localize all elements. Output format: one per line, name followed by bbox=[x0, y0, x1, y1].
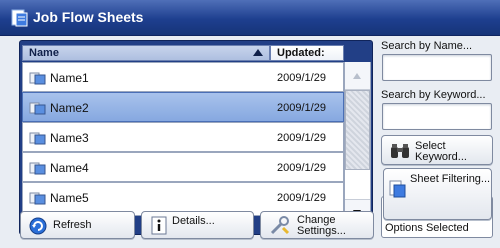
change-settings-button[interactable]: Change Settings... bbox=[260, 211, 374, 239]
wrench-icon bbox=[270, 216, 290, 235]
job-flow-sheet-icon bbox=[29, 162, 46, 175]
table-row-selected[interactable]: Name2 2009/1/29 bbox=[22, 92, 344, 122]
info-icon bbox=[151, 216, 167, 235]
row-updated-date: 2009/1/29 bbox=[277, 132, 326, 144]
table-row[interactable]: Name3 2009/1/29 bbox=[22, 122, 344, 152]
change-settings-label-line2: Settings... bbox=[297, 225, 346, 237]
details-button[interactable]: Details... bbox=[141, 211, 254, 239]
job-flow-sheet-icon bbox=[29, 102, 46, 115]
details-button-label: Details... bbox=[172, 215, 215, 227]
job-flow-sheet-icon bbox=[389, 180, 406, 198]
refresh-button[interactable]: Refresh bbox=[20, 211, 135, 239]
window-title: Job Flow Sheets bbox=[33, 9, 144, 25]
scroll-up-button[interactable] bbox=[345, 62, 370, 90]
refresh-button-label: Refresh bbox=[53, 219, 92, 231]
filter-status-text: Options Selected bbox=[385, 222, 469, 234]
job-flow-sheet-icon bbox=[11, 9, 28, 27]
column-header-updated[interactable]: Updated: bbox=[270, 45, 344, 61]
row-name: Name3 bbox=[50, 131, 89, 145]
search-by-name-label: Search by Name... bbox=[381, 40, 473, 52]
row-updated-date: 2009/1/29 bbox=[277, 192, 326, 204]
row-updated-date: 2009/1/29 bbox=[277, 162, 326, 174]
job-flow-sheets-window: Job Flow Sheets Name Updated: Name1 2009… bbox=[0, 0, 500, 248]
scroll-thumb[interactable] bbox=[345, 90, 370, 170]
select-keyword-label-line2: Keyword... bbox=[415, 151, 467, 163]
sheet-filtering-button[interactable]: Sheet Filtering... bbox=[383, 168, 492, 220]
refresh-icon bbox=[29, 217, 47, 235]
column-header-name[interactable]: Name bbox=[22, 45, 270, 61]
search-by-name-field[interactable] bbox=[382, 54, 492, 81]
row-updated-date: 2009/1/29 bbox=[277, 72, 326, 84]
title-bar: Job Flow Sheets bbox=[0, 0, 500, 36]
job-flow-sheet-icon bbox=[29, 132, 46, 145]
column-header-name-label: Name bbox=[29, 47, 59, 59]
job-flow-sheet-icon bbox=[29, 72, 46, 85]
row-name: Name4 bbox=[50, 161, 89, 175]
row-name: Name5 bbox=[50, 191, 89, 205]
table-row[interactable]: Name1 2009/1/29 bbox=[22, 62, 344, 92]
sheet-filtering-label: Sheet Filtering... bbox=[410, 173, 491, 185]
table-row[interactable]: Name4 2009/1/29 bbox=[22, 152, 344, 182]
row-name: Name1 bbox=[50, 71, 89, 85]
row-name: Name2 bbox=[50, 101, 89, 115]
search-by-keyword-label: Search by Keyword... bbox=[381, 89, 486, 101]
column-header-updated-label: Updated: bbox=[277, 47, 325, 59]
job-flow-sheet-icon bbox=[29, 192, 46, 205]
select-keyword-button[interactable]: Select Keyword... bbox=[381, 135, 493, 165]
search-by-keyword-field[interactable] bbox=[382, 103, 492, 130]
binoculars-icon bbox=[391, 144, 409, 158]
row-updated-date: 2009/1/29 bbox=[277, 102, 326, 114]
sort-ascending-icon bbox=[253, 49, 263, 56]
